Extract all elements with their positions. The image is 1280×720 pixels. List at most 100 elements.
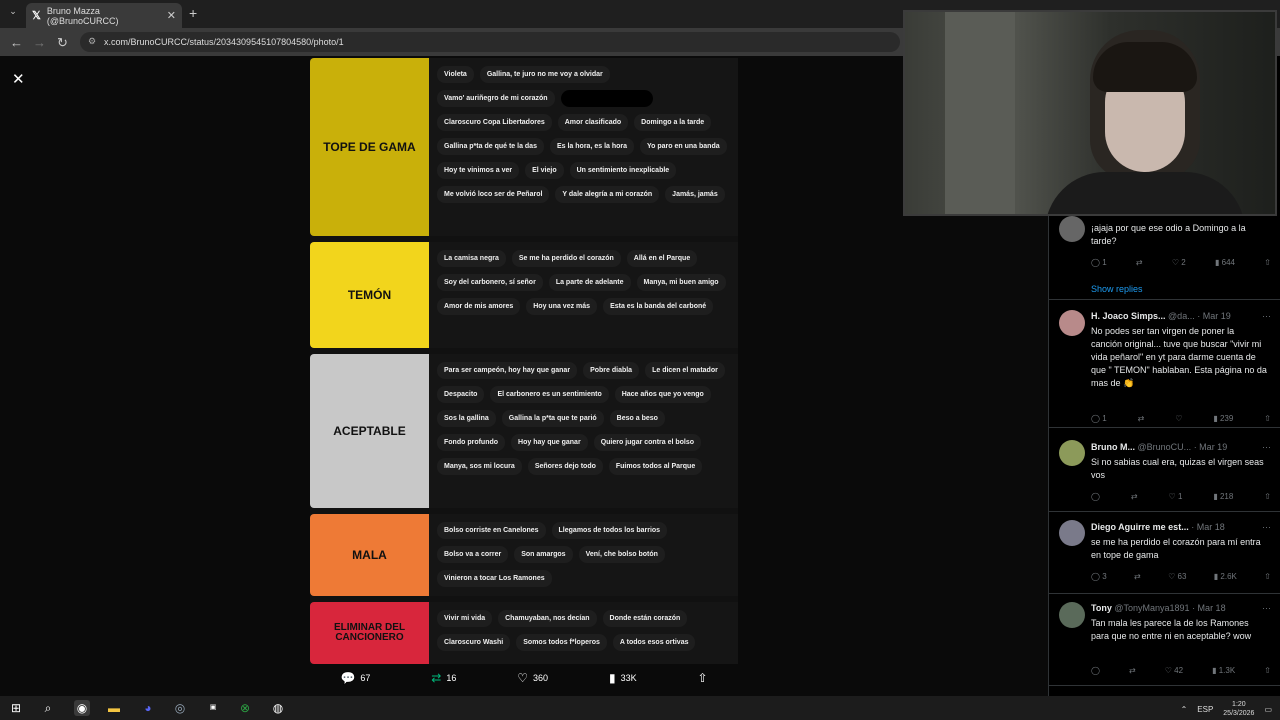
repost-button[interactable]: ⇄ xyxy=(1138,414,1145,423)
avatar[interactable] xyxy=(1059,520,1085,546)
avatar[interactable] xyxy=(1059,602,1085,628)
song-chip: Vinieron a tocar Los Ramones xyxy=(437,570,552,587)
reply-text: se me ha perdido el corazón para mí entr… xyxy=(1091,537,1261,560)
tray-chevron-icon[interactable]: ⌃ xyxy=(1181,705,1188,714)
back-icon[interactable]: ← xyxy=(10,35,23,50)
x-logo-icon: 𝕏 xyxy=(32,10,41,22)
reply-item[interactable]: ¡ajaja por que ese odio a Domingo a la t… xyxy=(1049,216,1280,300)
more-icon[interactable]: ··· xyxy=(1262,311,1271,321)
views-button[interactable]: ▮ 2.6K xyxy=(1214,572,1237,581)
views-button[interactable]: ▮ 644 xyxy=(1215,258,1235,267)
repost-button[interactable]: ⇄ xyxy=(1131,492,1138,501)
song-chip: Donde están corazón xyxy=(602,610,688,627)
obs-icon[interactable]: ◍ xyxy=(270,700,286,716)
more-icon[interactable]: ··· xyxy=(1262,603,1271,613)
more-icon[interactable]: ··· xyxy=(1262,522,1271,532)
song-chip: Gallina, te juro no me voy a olvidar xyxy=(479,66,610,83)
close-tab-icon[interactable]: ✕ xyxy=(167,9,176,22)
steam-icon[interactable]: ◎ xyxy=(172,700,188,716)
share-icon[interactable]: ⇧ xyxy=(1264,414,1271,423)
start-icon[interactable]: ⊞ xyxy=(8,700,24,716)
views-button[interactable]: ▮ 1.3K xyxy=(1212,666,1235,675)
share-icon[interactable]: ⇧ xyxy=(1264,258,1271,267)
like-button[interactable]: ♡ 63 xyxy=(1168,572,1186,581)
reply-item[interactable]: Tony @TonyManya1891 · Mar 18 ··· Tan mal… xyxy=(1049,594,1280,686)
song-chip: Fuimos todos al Parque xyxy=(608,458,703,475)
repost-button[interactable]: ⇄ 16 xyxy=(431,671,456,685)
epic-games-icon[interactable]: ▣ xyxy=(205,700,221,716)
share-button[interactable]: ⇧ xyxy=(697,671,707,685)
url-field[interactable]: ⚙ x.com/BrunoCURCC/status/20343095451078… xyxy=(80,32,900,52)
reply-author[interactable]: Bruno M... xyxy=(1091,442,1135,452)
reply-button[interactable]: ◯ 1 xyxy=(1091,258,1107,267)
browser-tab[interactable]: 𝕏 Bruno Mazza (@BrunoCURCC) ✕ xyxy=(26,3,182,28)
song-chip: Llegamos de todos los barrios xyxy=(551,522,668,539)
language-indicator[interactable]: ESP xyxy=(1197,705,1213,714)
forward-icon[interactable]: → xyxy=(33,35,46,50)
show-replies-link[interactable]: Show replies xyxy=(1091,284,1143,294)
share-icon[interactable]: ⇧ xyxy=(1264,666,1271,675)
reply-button[interactable]: ◯ xyxy=(1091,666,1100,675)
reply-stats: ◯ 1 ⇄ ♡ ▮ 239 ⇧ xyxy=(1091,414,1271,423)
like-button[interactable]: ♡ 2 xyxy=(1172,258,1186,267)
tier-row: ACEPTABLE Para ser campeón, hoy hay que … xyxy=(310,354,738,508)
repost-button[interactable]: ⇄ xyxy=(1129,666,1136,675)
repost-button[interactable]: ⇄ xyxy=(1136,258,1143,267)
song-chip: Claroscuro Washi xyxy=(437,634,511,651)
song-chip: Fondo profundo xyxy=(437,434,506,451)
reply-button[interactable]: ◯ xyxy=(1091,492,1100,501)
xbox-icon[interactable]: ⊗ xyxy=(237,700,253,716)
notifications-icon[interactable]: ▭ xyxy=(1264,705,1272,714)
reply-header: Diego Aguirre me est... · Mar 18 xyxy=(1091,522,1271,532)
like-button[interactable]: ♡ 360 xyxy=(517,671,548,685)
clock[interactable]: 1:20 25/3/2026 xyxy=(1223,700,1254,718)
chrome-icon[interactable]: ◉ xyxy=(74,700,90,716)
views-icon: ▮ xyxy=(608,671,616,685)
views-button[interactable]: ▮ 239 xyxy=(1213,414,1233,423)
close-photo-icon[interactable]: ✕ xyxy=(12,70,25,88)
avatar[interactable] xyxy=(1059,440,1085,466)
reply-button[interactable]: ◯ 1 xyxy=(1091,414,1107,423)
heart-icon: ♡ xyxy=(517,671,529,685)
webcam-hair xyxy=(1093,42,1197,92)
reply-author[interactable]: H. Joaco Simps... xyxy=(1091,311,1166,321)
repost-button[interactable]: ⇄ xyxy=(1134,572,1141,581)
reload-icon[interactable]: ↻ xyxy=(57,35,68,51)
reply-author[interactable]: Tony xyxy=(1091,603,1112,613)
views-button[interactable]: ▮ 33K xyxy=(609,671,637,685)
discord-icon[interactable]: ◕ xyxy=(140,700,156,716)
reply-item[interactable]: Diego Aguirre me est... · Mar 18 ··· se … xyxy=(1049,512,1280,594)
reply-date: · Mar 18 xyxy=(1192,603,1226,613)
like-button[interactable]: ♡ 42 xyxy=(1165,666,1183,675)
share-icon: ⇧ xyxy=(697,671,708,685)
clock-date: 25/3/2026 xyxy=(1223,710,1255,717)
reply-button[interactable]: 💬 67 xyxy=(340,671,370,685)
reply-item[interactable]: H. Joaco Simps... @da... · Mar 19 ··· No… xyxy=(1049,300,1280,428)
song-chip: Sos la gallina xyxy=(437,410,496,427)
song-chip: Me volvió loco ser de Peñarol xyxy=(437,186,550,203)
new-tab-icon[interactable]: + xyxy=(189,5,197,21)
avatar[interactable] xyxy=(1059,310,1085,336)
file-explorer-icon[interactable]: ▬ xyxy=(106,700,122,716)
song-chip: Un sentimiento inexplicable xyxy=(569,162,677,179)
song-chip: Quiero jugar contra el bolso xyxy=(593,434,702,451)
share-icon[interactable]: ⇧ xyxy=(1264,492,1271,501)
reply-button[interactable]: ◯ 3 xyxy=(1091,572,1107,581)
like-button[interactable]: ♡ 1 xyxy=(1169,492,1183,501)
tier-row: ELIMINAR DEL CANCIONERO Vivir mi vida Cha… xyxy=(310,602,738,664)
avatar[interactable] xyxy=(1059,216,1085,242)
reply-author[interactable]: Diego Aguirre me est... xyxy=(1091,522,1189,532)
song-chip: Son amargos xyxy=(514,546,573,563)
song-chip: Hoy te vinimos a ver xyxy=(437,162,520,179)
reply-item[interactable]: Bruno M... @BrunoCU... · Mar 19 ··· Si n… xyxy=(1049,428,1280,512)
site-info-icon[interactable]: ⚙ xyxy=(88,36,96,47)
like-button[interactable]: ♡ xyxy=(1175,414,1182,423)
song-chip: La parte de adelante xyxy=(548,274,631,291)
share-icon[interactable]: ⇧ xyxy=(1264,572,1271,581)
search-icon[interactable]: ⌕ xyxy=(40,700,56,716)
views-button[interactable]: ▮ 218 xyxy=(1213,492,1233,501)
song-chip: Le dicen el matador xyxy=(645,362,725,379)
tab-search-icon[interactable]: ⌄ xyxy=(6,6,20,20)
more-icon[interactable]: ··· xyxy=(1262,442,1271,452)
song-chip: Vení, che bolso botón xyxy=(578,546,665,563)
